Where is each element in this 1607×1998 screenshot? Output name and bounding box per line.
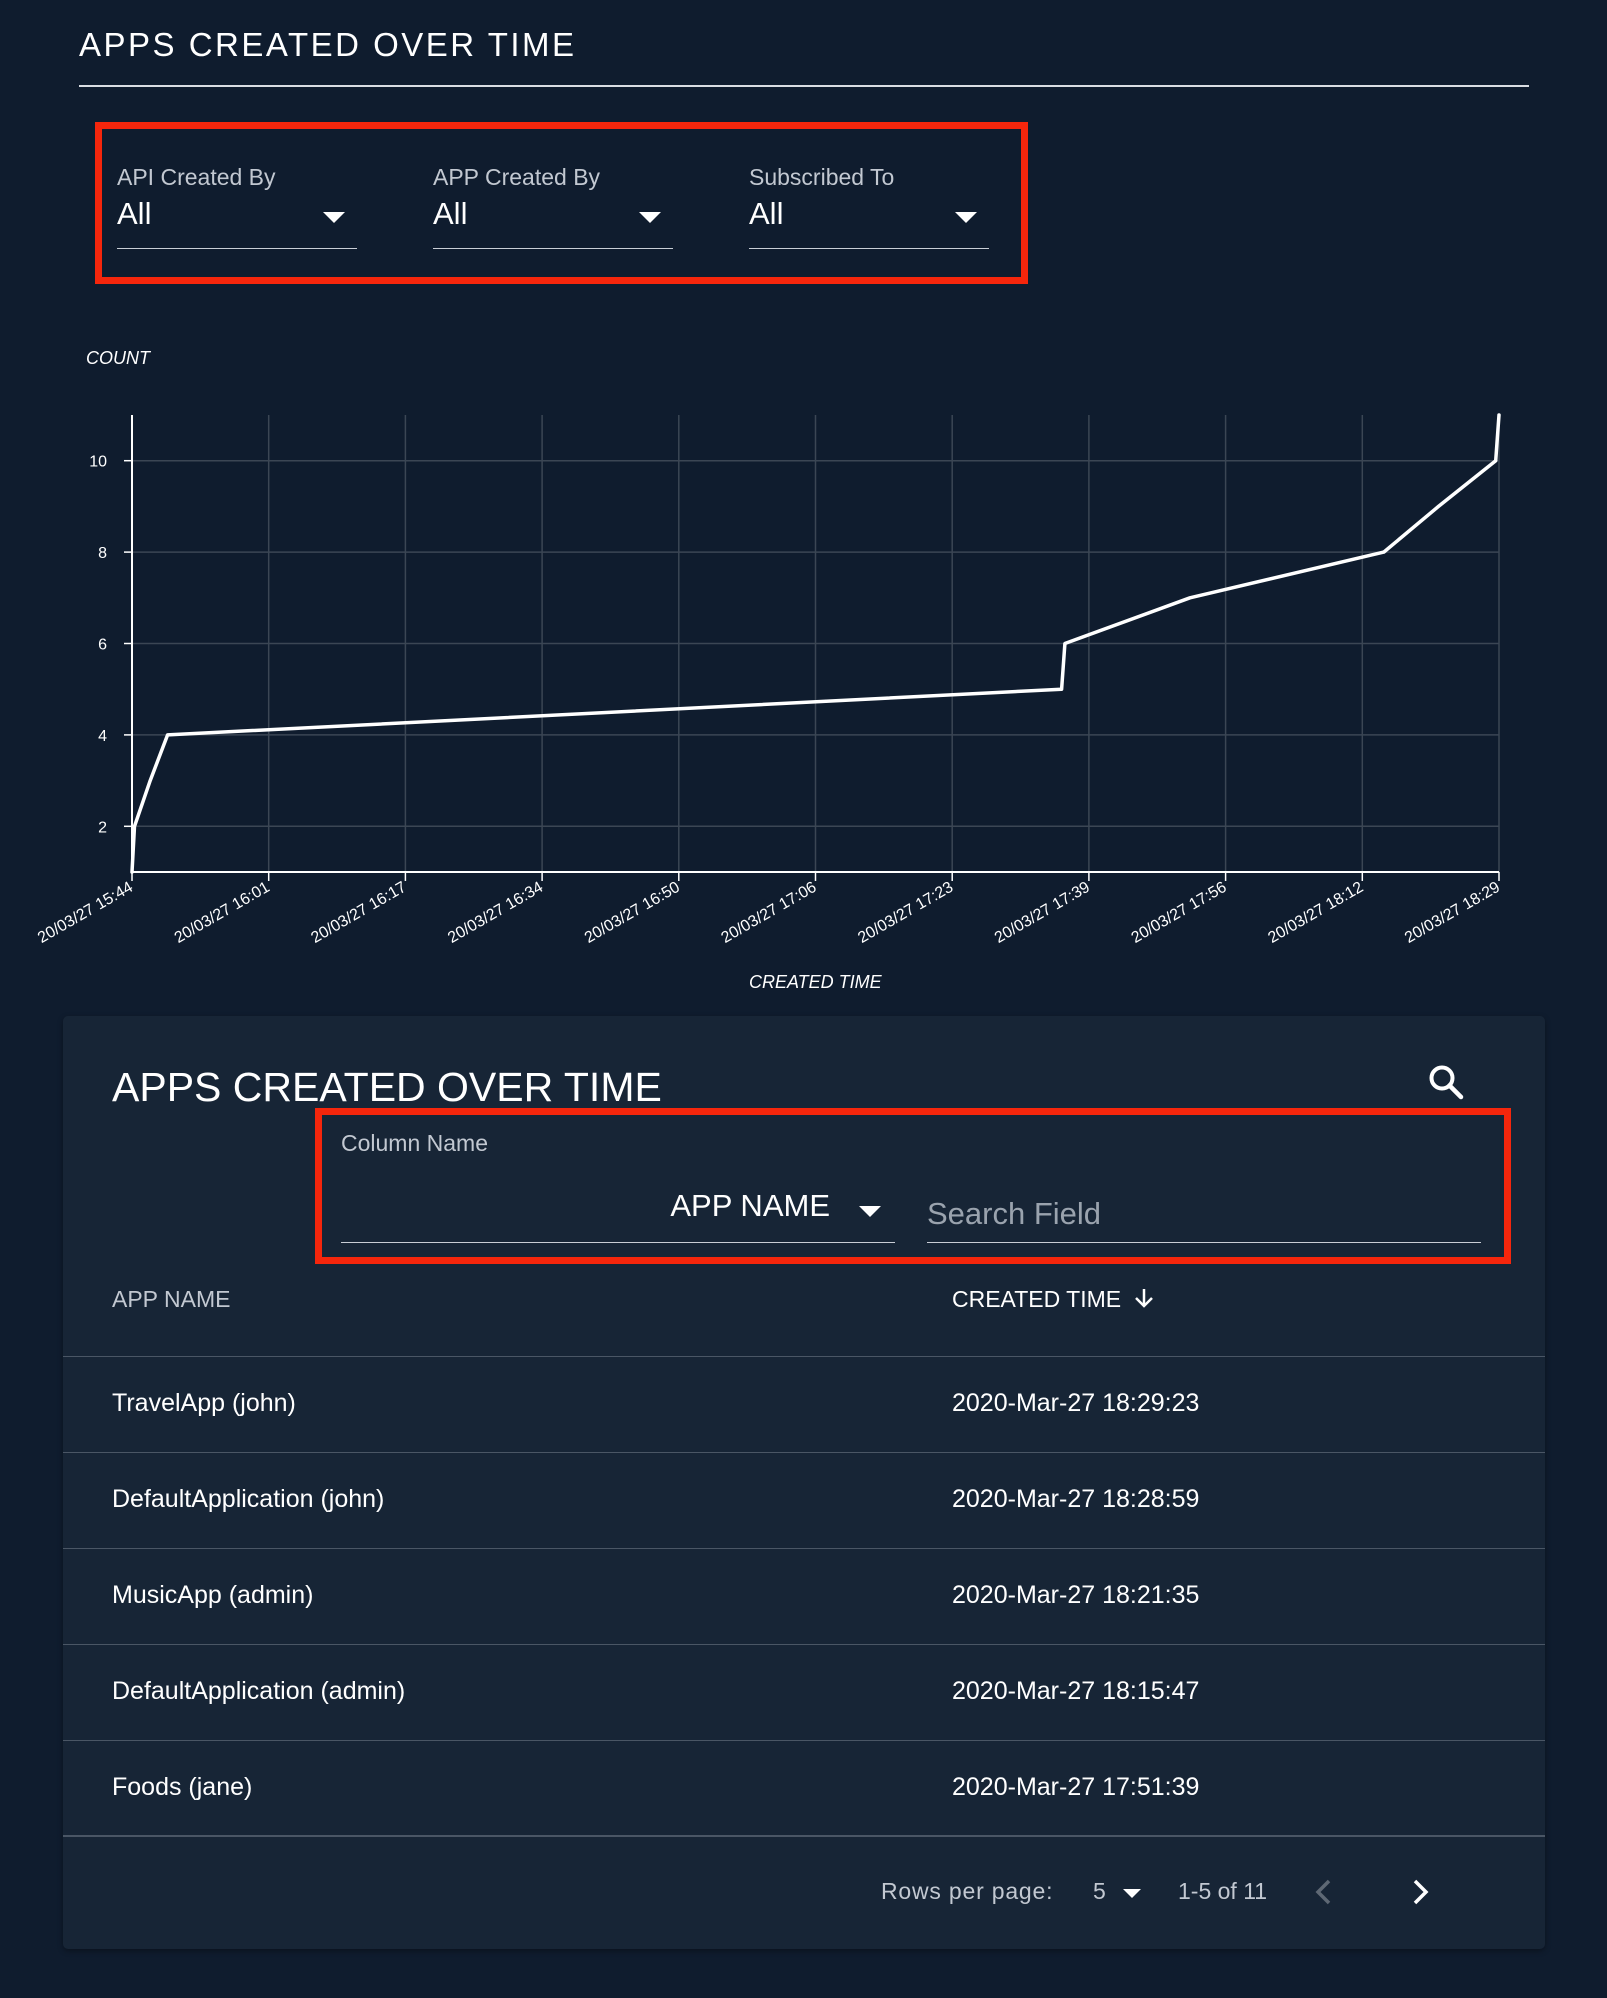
x-tick-label: 20/03/27 18:12 <box>1265 879 1366 947</box>
app-name-cell: TravelApp (john) <box>112 1389 296 1417</box>
table-bottom-divider <box>63 1835 1545 1837</box>
y-tick-label: 10 <box>89 454 107 471</box>
arrow-down-icon <box>1135 1289 1153 1308</box>
x-tick-label: 20/03/27 16:17 <box>308 879 409 947</box>
x-tick-label: 20/03/27 15:44 <box>35 879 136 947</box>
column-name-value: APP NAME <box>670 1188 830 1223</box>
x-tick-label: 20/03/27 17:39 <box>992 879 1093 947</box>
table-row[interactable]: TravelApp (john) 2020-Mar-27 18:29:23 <box>63 1356 1545 1453</box>
search-input[interactable] <box>927 1190 1481 1238</box>
chevron-down-icon[interactable] <box>1123 1889 1141 1898</box>
created-time-cell: 2020-Mar-27 18:29:23 <box>952 1389 1200 1417</box>
y-tick-label: 2 <box>98 819 107 836</box>
created-time-cell: 2020-Mar-27 18:28:59 <box>952 1485 1200 1513</box>
column-name-select[interactable]: Column Name APP NAME <box>341 1130 895 1243</box>
y-tick-label: 8 <box>98 545 107 562</box>
apps-table-card: APPS CREATED OVER TIME Column Name APP N… <box>63 1016 1545 1949</box>
app-name-cell: DefaultApplication (admin) <box>112 1677 406 1705</box>
created-time-cell: 2020-Mar-27 18:21:35 <box>952 1581 1200 1609</box>
chart-axes <box>124 415 1500 881</box>
chevron-right-icon[interactable] <box>1405 1875 1435 1909</box>
rows-per-page-label: Rows per page: <box>881 1878 1054 1904</box>
y-tick-label: 4 <box>98 728 107 745</box>
chevron-left-icon[interactable] <box>1309 1875 1339 1909</box>
chart-grid <box>132 415 1500 872</box>
column-name-label: Column Name <box>341 1130 488 1156</box>
table-title: APPS CREATED OVER TIME <box>112 1064 662 1110</box>
app-name-cell: DefaultApplication (john) <box>112 1485 385 1513</box>
column-header-app-name[interactable]: APP NAME <box>112 1286 230 1313</box>
x-tick-label: 20/03/27 16:50 <box>582 879 683 947</box>
x-tick-label: 20/03/27 16:01 <box>172 879 273 947</box>
app-name-cell: MusicApp (admin) <box>112 1581 314 1609</box>
x-tick-label: 20/03/27 17:23 <box>855 879 956 947</box>
rows-per-page-select[interactable]: 5 <box>1093 1878 1106 1905</box>
app-name-cell: Foods (jane) <box>112 1773 253 1801</box>
apps-created-line-chart: 20/03/27 15:44 20/03/27 16:01 20/03/27 16:… <box>35 413 1503 947</box>
pagination-range: 1-5 of 11 <box>1178 1878 1268 1904</box>
search-icon[interactable] <box>1426 1062 1466 1102</box>
table-row[interactable]: Foods (jane) 2020-Mar-27 17:51:39 <box>63 1740 1545 1837</box>
x-tick-label: 20/03/27 17:06 <box>719 879 820 947</box>
created-time-cell: 2020-Mar-27 18:15:47 <box>952 1677 1200 1705</box>
y-tick-label: 6 <box>98 637 107 654</box>
table-row[interactable]: DefaultApplication (admin) 2020-Mar-27 1… <box>63 1644 1545 1741</box>
chevron-down-icon <box>859 1206 881 1217</box>
column-header-created-time[interactable]: CREATED TIME <box>952 1286 1155 1313</box>
x-tick-label: 20/03/27 16:34 <box>445 879 546 947</box>
table-row[interactable]: DefaultApplication (john) 2020-Mar-27 18… <box>63 1452 1545 1549</box>
search-field[interactable] <box>927 1190 1481 1243</box>
x-tick-label: 20/03/27 18:29 <box>1402 879 1503 947</box>
column-header-created-time-label: CREATED TIME <box>952 1286 1122 1312</box>
table-row[interactable]: MusicApp (admin) 2020-Mar-27 18:21:35 <box>63 1548 1545 1645</box>
created-time-cell: 2020-Mar-27 17:51:39 <box>952 1773 1200 1801</box>
x-tick-label: 20/03/27 17:56 <box>1129 879 1230 947</box>
